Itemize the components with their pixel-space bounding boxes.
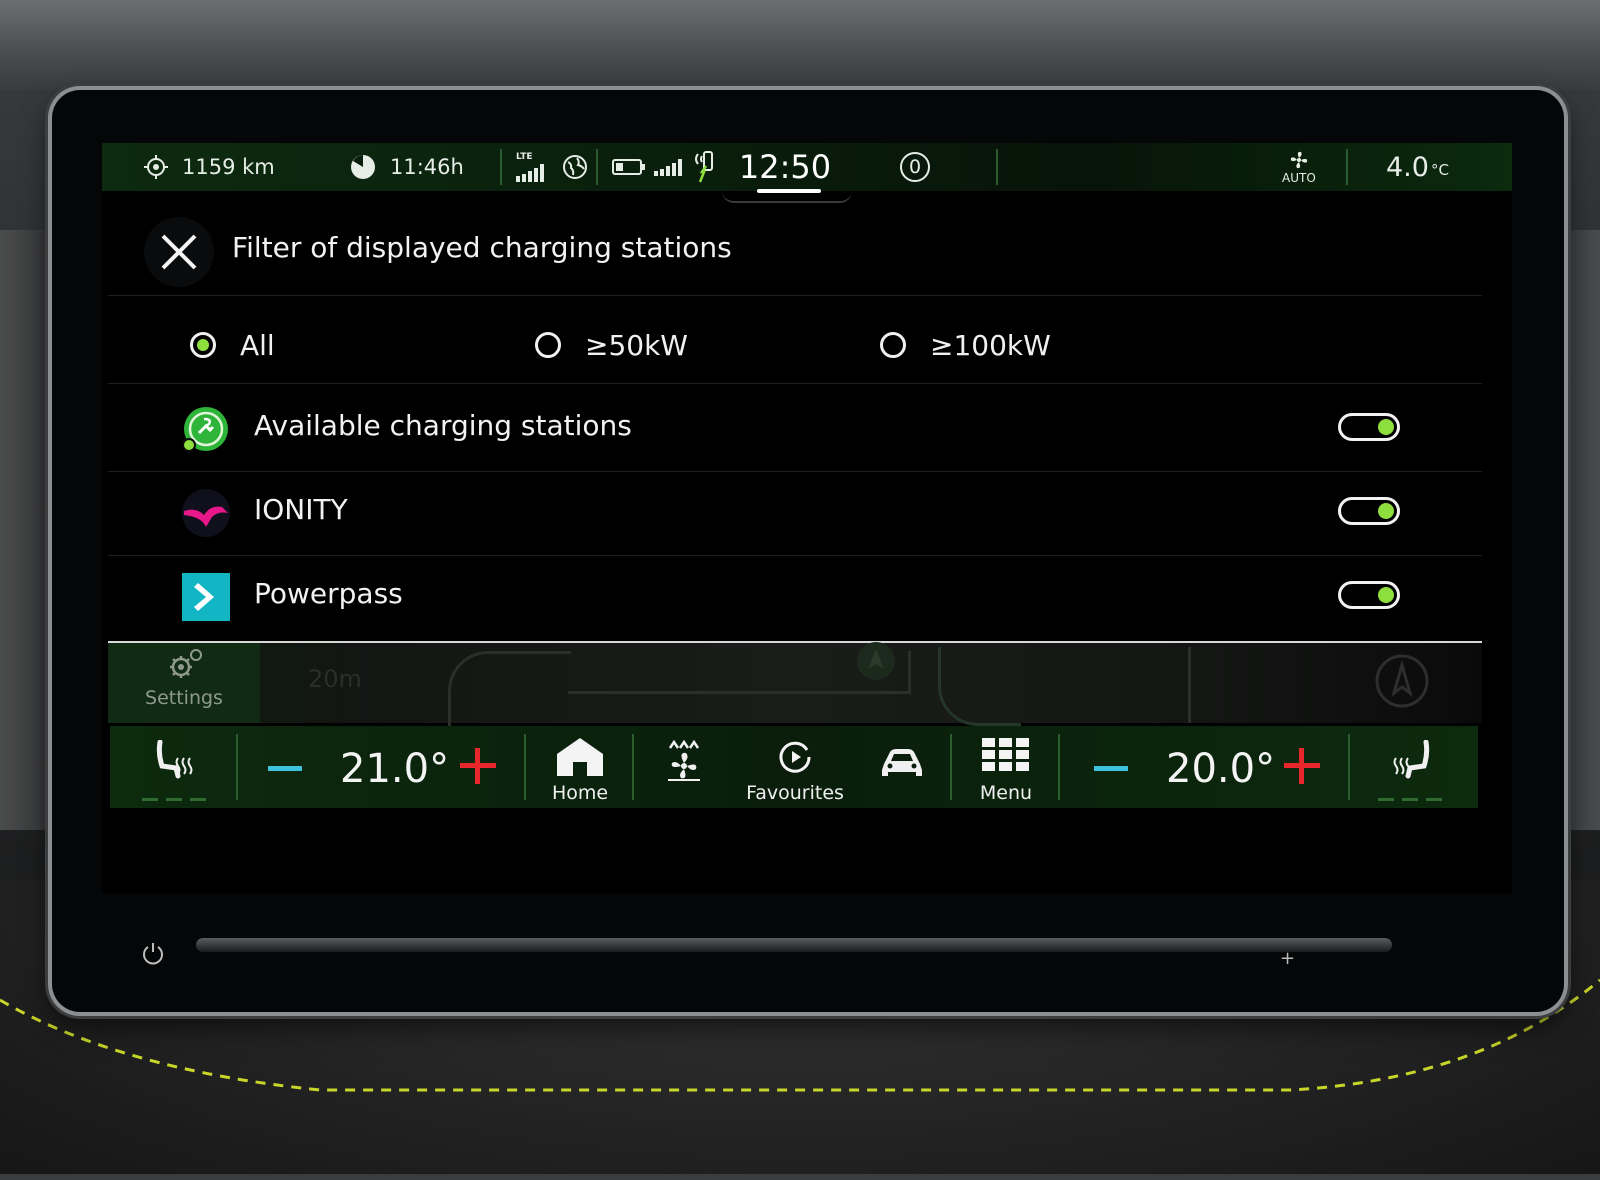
- favourites-label: Favourites: [746, 782, 844, 804]
- ionity-logo-icon: [182, 489, 230, 537]
- phone-signal-icon: [654, 158, 682, 176]
- map-preview-strip[interactable]: 20m Settings: [108, 641, 1482, 744]
- favourites-button[interactable]: Favourites: [730, 726, 860, 808]
- seat-level-right-2: [1402, 798, 1418, 801]
- fan-mode-label: AUTO: [1282, 170, 1316, 185]
- climate-separator: [1058, 734, 1060, 800]
- outside-temp-unit: °C: [1430, 161, 1449, 179]
- seat-heating-right-icon[interactable]: [1392, 740, 1432, 782]
- wireless-charging-icon: [695, 151, 713, 183]
- menu-button[interactable]: Menu: [956, 726, 1056, 808]
- toggle-switch[interactable]: [1338, 413, 1400, 441]
- globe-icon: [563, 155, 587, 179]
- toggle-switch[interactable]: [1338, 497, 1400, 525]
- list-item-label: IONITY: [254, 493, 348, 526]
- target-icon: [144, 155, 168, 179]
- climate-separator: [950, 734, 952, 800]
- seat-level-right-3: [1426, 798, 1442, 801]
- menu-label: Menu: [979, 782, 1033, 804]
- dashboard-top: [0, 0, 1600, 90]
- right-temp-increase-button[interactable]: [1284, 748, 1320, 784]
- list-item-ionity[interactable]: IONITY: [108, 471, 1482, 555]
- left-temp-value: 21.0°: [340, 746, 450, 792]
- divider: [108, 295, 1482, 296]
- strip-top-line: [108, 641, 1482, 643]
- map-scale-label: 20m: [308, 665, 362, 693]
- fan-auto-indicator[interactable]: AUTO: [1282, 143, 1316, 191]
- seat-level-left-2: [166, 798, 182, 801]
- range-value: 1159 km: [182, 155, 275, 179]
- notification-count: 0: [908, 156, 922, 178]
- right-temp-value: 20.0°: [1166, 746, 1276, 792]
- list-item-label: Available charging stations: [254, 409, 632, 442]
- list-item-powerpass[interactable]: Powerpass: [108, 555, 1482, 639]
- close-button[interactable]: [144, 217, 214, 287]
- clock-pie-icon: [351, 155, 375, 179]
- radio-selected-icon: [190, 332, 216, 358]
- radio-100kw[interactable]: ≥100kW: [880, 325, 1051, 365]
- climate-separator: [524, 734, 526, 800]
- navigation-arrow-icon: [857, 642, 895, 680]
- powerpass-logo-icon: [182, 573, 230, 621]
- power-icon[interactable]: [140, 940, 166, 966]
- clock-notch: [722, 191, 852, 203]
- fan-icon: [1290, 151, 1308, 168]
- status-bar: 1159 km 11:46h LTE 12:50 0 AUTO 4.0 °C: [102, 143, 1512, 203]
- radio-label: All: [240, 328, 275, 362]
- clock[interactable]: 12:50: [720, 143, 850, 195]
- infotainment-screen: 1159 km 11:46h LTE 12:50 0 AUTO 4.0 °C F…: [102, 143, 1512, 893]
- page-title: Filter of displayed charging stations: [232, 231, 732, 264]
- seat-level-right-1: [1378, 798, 1394, 801]
- radio-unselected-icon: [880, 332, 906, 358]
- seat-level-left-1: [142, 798, 158, 801]
- seat-level-left-3: [190, 798, 206, 801]
- toggle-switch[interactable]: [1338, 581, 1400, 609]
- charge-time-value: 11:46h: [390, 155, 464, 179]
- climate-separator: [1348, 734, 1350, 800]
- notification-badge[interactable]: 0: [900, 143, 930, 191]
- radio-unselected-icon: [535, 332, 561, 358]
- network-indicator: LTE: [516, 143, 588, 191]
- radio-50kw[interactable]: ≥50kW: [535, 325, 688, 365]
- list-item-available-stations[interactable]: Available charging stations: [108, 387, 1482, 471]
- compass-icon[interactable]: [1374, 653, 1430, 709]
- grid-menu-icon: [982, 738, 1029, 771]
- volume-slider[interactable]: [196, 938, 1392, 952]
- settings-label: Settings: [145, 687, 223, 709]
- outside-temp-value: 4.0: [1386, 151, 1429, 183]
- climate-bar: 21.0° Home Favourites Menu 20.0°: [110, 726, 1478, 808]
- seat-heating-left-icon[interactable]: [154, 740, 194, 782]
- left-temp-decrease-button[interactable]: [268, 766, 302, 771]
- radio-label: ≥50kW: [585, 328, 688, 362]
- divider: [108, 383, 1482, 384]
- close-icon: [161, 234, 197, 270]
- charging-station-icon: [182, 407, 228, 452]
- map-road: [1088, 647, 1191, 723]
- play-circle-icon: [779, 741, 811, 773]
- radio-label: ≥100kW: [930, 328, 1051, 362]
- range-indicator[interactable]: 1159 km: [144, 143, 275, 191]
- list-item-label: Powerpass: [254, 577, 403, 610]
- home-label: Home: [551, 782, 609, 804]
- phone-status: [612, 143, 718, 191]
- left-temp-increase-button[interactable]: [460, 748, 496, 784]
- home-icon: [557, 738, 603, 776]
- climate-separator: [632, 734, 634, 800]
- charge-time-indicator[interactable]: 11:46h: [350, 143, 464, 191]
- map-road: [938, 647, 1021, 726]
- gears-icon: [170, 649, 202, 678]
- home-button[interactable]: Home: [530, 726, 630, 808]
- climate-separator: [236, 734, 238, 800]
- dashboard-left: [0, 230, 60, 830]
- outside-temperature: 4.0 °C: [1386, 143, 1449, 191]
- radio-all[interactable]: All: [190, 325, 275, 365]
- lte-label: LTE: [516, 152, 533, 162]
- lte-signal-icon: [516, 164, 544, 182]
- car-icon[interactable]: [880, 746, 924, 780]
- settings-button[interactable]: Settings: [108, 643, 260, 723]
- climate-fan-icon[interactable]: [662, 738, 702, 782]
- right-temp-decrease-button[interactable]: [1094, 766, 1128, 771]
- volume-plus-icon: +: [1280, 948, 1296, 969]
- battery-icon: [612, 159, 645, 175]
